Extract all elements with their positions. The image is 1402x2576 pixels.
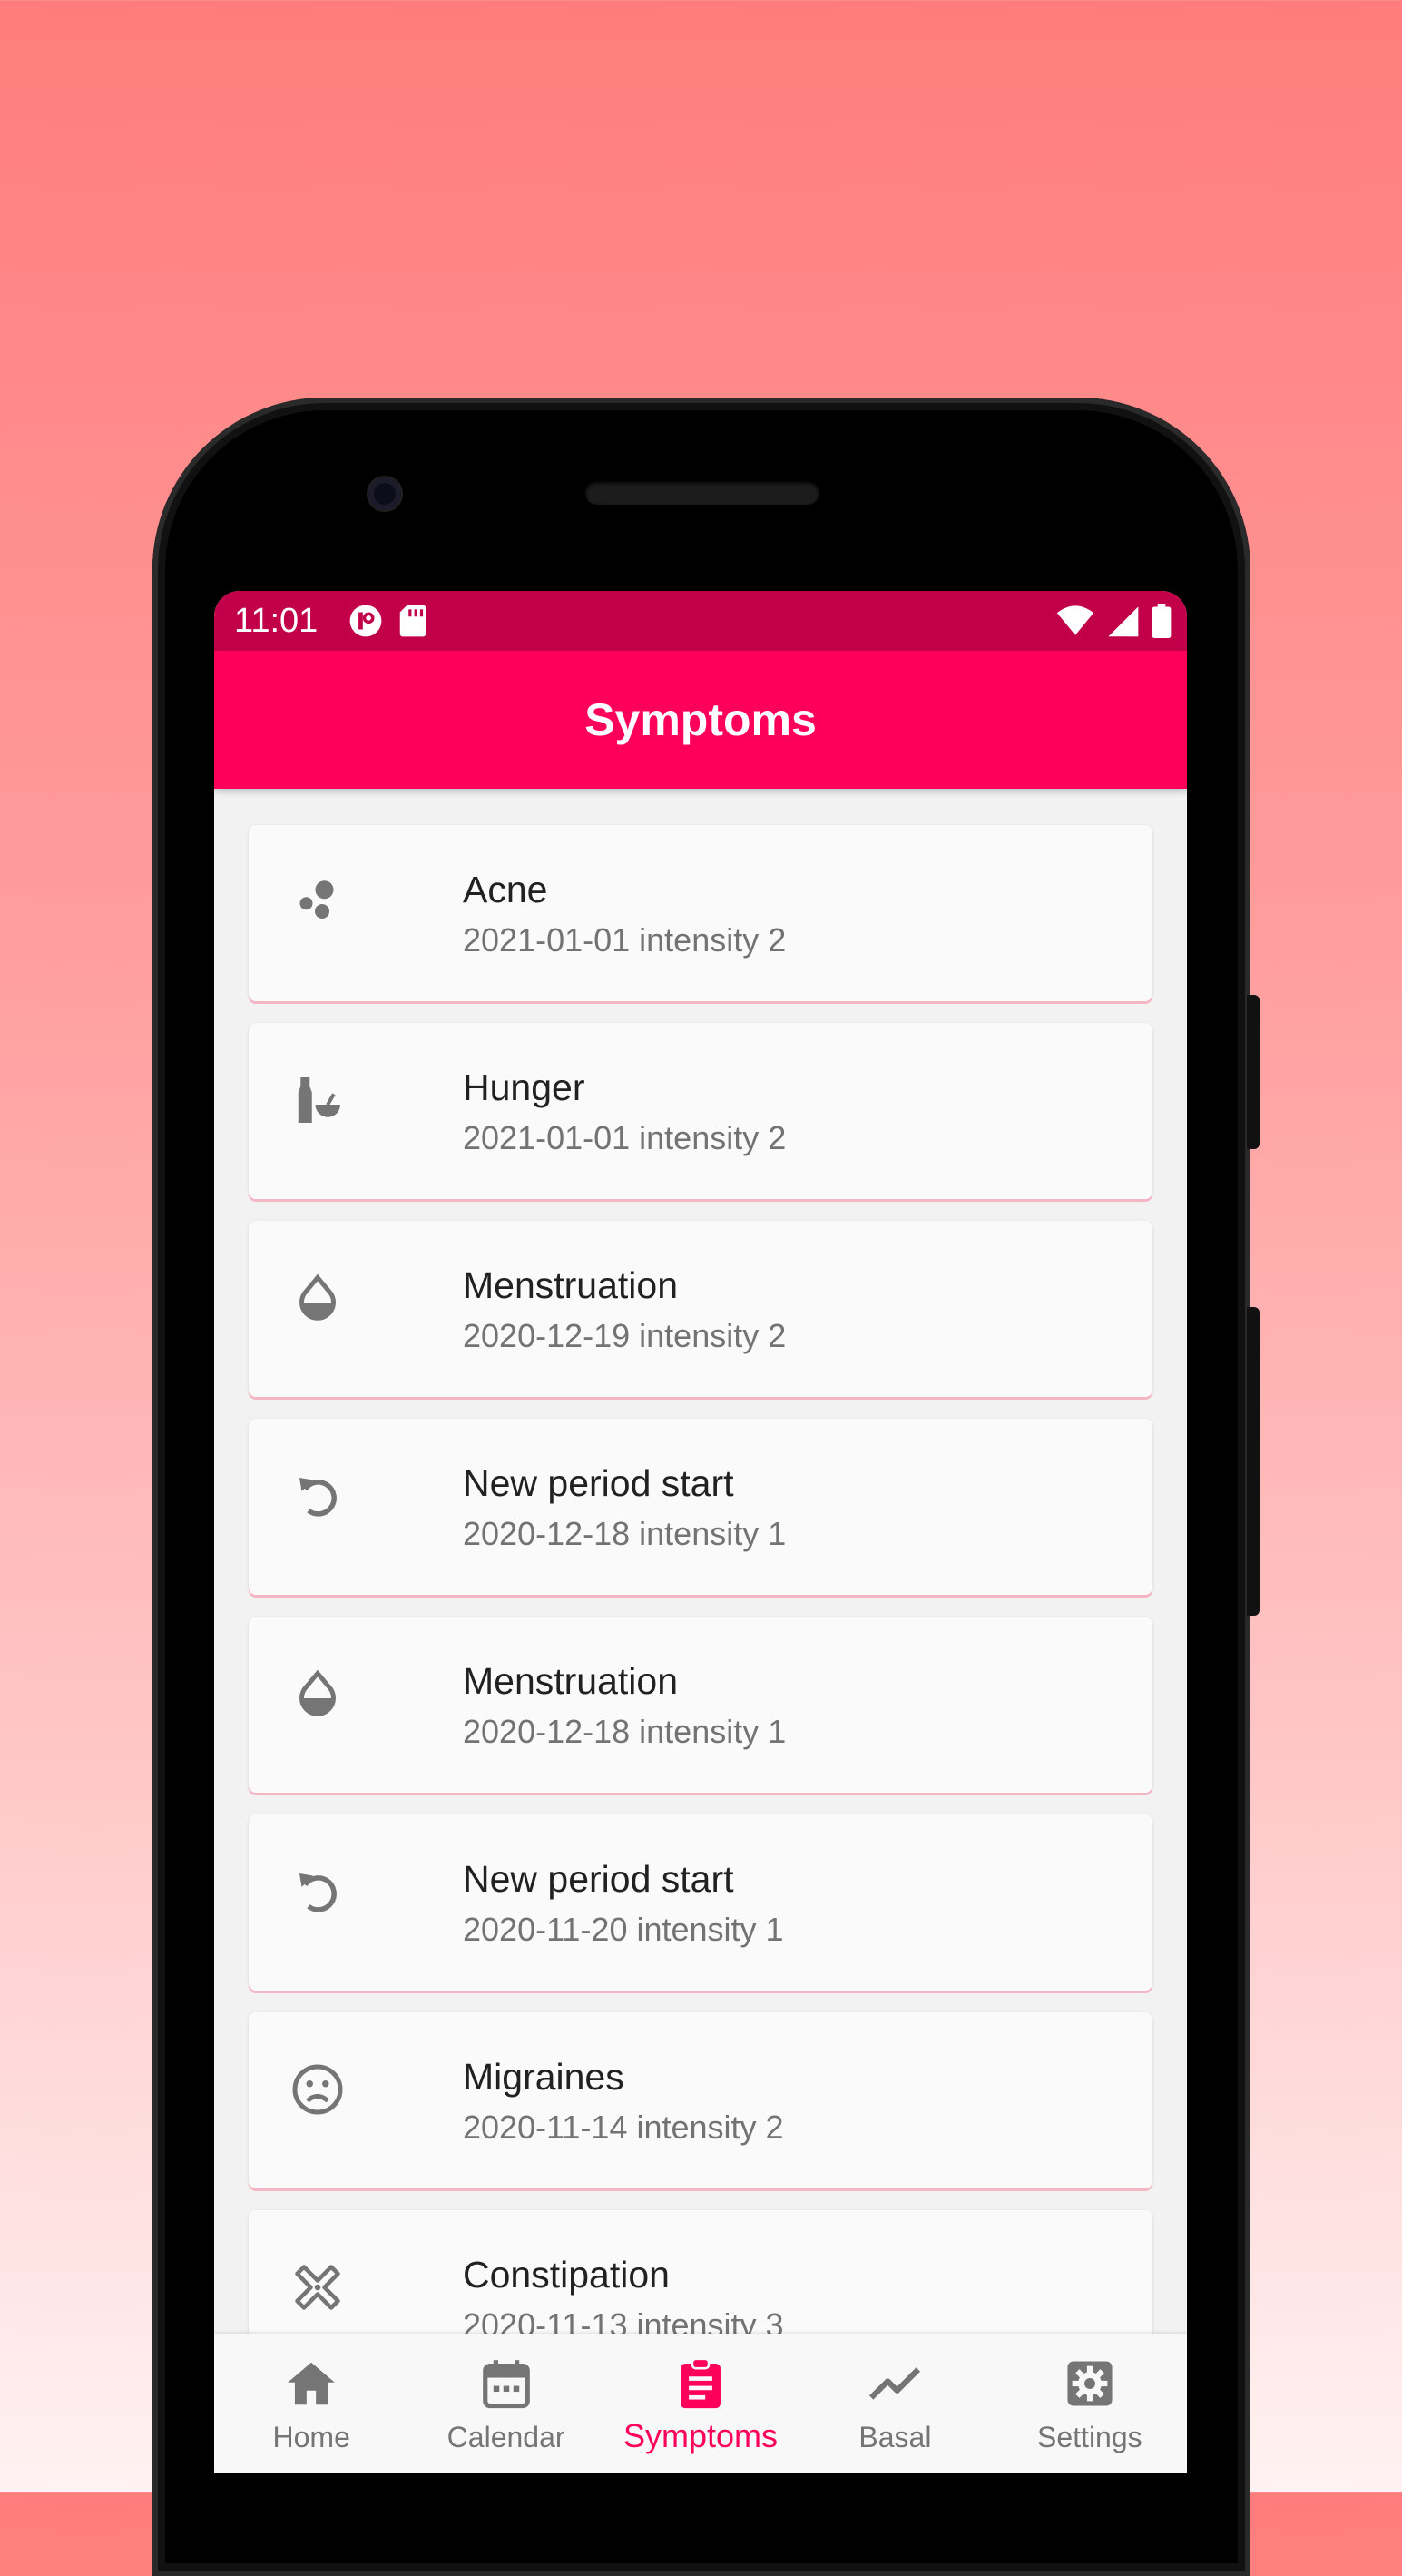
- cross-icon: [295, 2265, 340, 2310]
- nav-basal[interactable]: Basal: [798, 2334, 992, 2473]
- app-notification-icon: [349, 605, 382, 637]
- gear-icon: [1067, 2361, 1113, 2406]
- sad-face-icon: [292, 2064, 343, 2115]
- nav-label: Home: [272, 2421, 350, 2453]
- symptom-name: Menstruation: [463, 1660, 679, 1702]
- symptom-name: Menstruation: [463, 1264, 679, 1306]
- symptom-name: New period start: [463, 1462, 734, 1504]
- battery-icon: [1152, 604, 1172, 638]
- list-item[interactable]: Hunger 2021-01-01 intensity 2: [249, 1023, 1152, 1199]
- nav-label: Basal: [858, 2421, 932, 2453]
- status-time: 11:01: [234, 602, 319, 640]
- symptom-detail: 2021-01-01 intensity 2: [463, 1119, 787, 1156]
- status-bar: 11:01: [214, 591, 1187, 651]
- symptom-name: Migraines: [463, 2056, 624, 2098]
- nav-label: Settings: [1037, 2421, 1142, 2453]
- nav-home[interactable]: Home: [214, 2334, 408, 2473]
- symptom-name: New period start: [463, 1858, 734, 1900]
- status-icons-left: [348, 604, 428, 638]
- symptom-name: Hunger: [463, 1067, 585, 1108]
- bottle-bowl-icon: [298, 1077, 340, 1123]
- symptom-detail: 2021-01-01 intensity 2: [463, 921, 787, 959]
- symptom-name: Acne: [463, 869, 548, 910]
- power-button: [1247, 995, 1260, 1149]
- nav-calendar[interactable]: Calendar: [408, 2334, 603, 2473]
- list-item[interactable]: New period start 2020-12-18 intensity 1: [249, 1419, 1152, 1595]
- wifi-icon: [1056, 605, 1094, 635]
- list-item[interactable]: Acne 2021-01-01 intensity 2: [249, 825, 1152, 1001]
- app-bar: Symptoms: [214, 651, 1187, 789]
- sd-card-icon: [399, 605, 426, 637]
- app-screen: 11:01 Symptoms Acne 2021-01-01 intensity…: [214, 591, 1187, 2473]
- list-item[interactable]: Menstruation 2020-12-19 intensity 2: [249, 1221, 1152, 1397]
- symptom-detail: 2020-12-18 intensity 1: [463, 1713, 787, 1750]
- restart-icon: [299, 1873, 337, 1912]
- front-camera: [368, 477, 401, 510]
- restart-icon: [299, 1478, 337, 1517]
- nav-symptoms[interactable]: Symptoms: [603, 2334, 798, 2473]
- symptom-detail: 2020-12-18 intensity 1: [463, 1515, 787, 1552]
- nav-label: Calendar: [446, 2421, 565, 2453]
- page-title: Symptoms: [584, 694, 817, 745]
- home-icon: [288, 2362, 336, 2405]
- drop-icon: [299, 1273, 336, 1321]
- earpiece-speaker: [585, 481, 819, 505]
- list-item[interactable]: Menstruation 2020-12-18 intensity 1: [249, 1617, 1152, 1793]
- symptom-name: Constipation: [463, 2254, 670, 2296]
- nav-settings[interactable]: Settings: [993, 2334, 1187, 2473]
- calendar-icon: [482, 2360, 530, 2409]
- volume-button: [1247, 1307, 1260, 1616]
- drop-icon: [299, 1669, 336, 1716]
- status-icons-right: [1056, 604, 1172, 638]
- symptom-detail: 2020-11-20 intensity 1: [463, 1911, 784, 1948]
- clipboard-icon: [681, 2357, 721, 2409]
- symptom-detail: 2020-11-14 intensity 2: [463, 2109, 784, 2146]
- symptom-list[interactable]: Acne 2021-01-01 intensity 2 Hunger 2021-…: [249, 825, 1152, 2408]
- acne-dots-icon: [299, 880, 334, 919]
- line-chart-icon: [869, 2367, 921, 2400]
- list-item[interactable]: Migraines 2020-11-14 intensity 2: [249, 2012, 1152, 2188]
- bottom-navigation: Home Calendar Symptoms Basal Settings: [214, 2334, 1187, 2473]
- symptom-detail: 2020-12-19 intensity 2: [463, 1317, 787, 1354]
- list-item[interactable]: New period start 2020-11-20 intensity 1: [249, 1814, 1152, 1991]
- nav-label: Symptoms: [623, 2417, 779, 2454]
- cell-signal-icon: [1108, 606, 1139, 637]
